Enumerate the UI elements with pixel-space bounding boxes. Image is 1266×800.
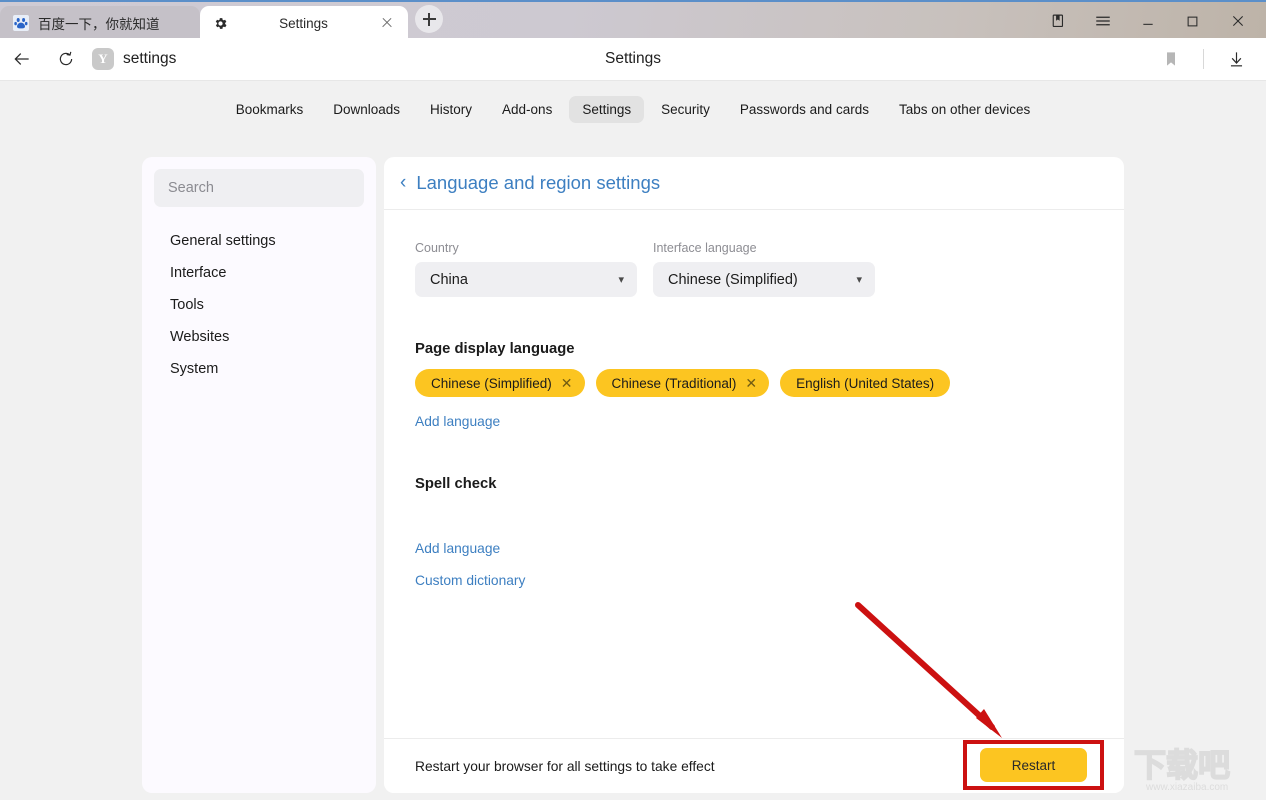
sidebar-item-websites[interactable]: Websites bbox=[142, 321, 376, 353]
country-field: Country China ▾ bbox=[415, 241, 637, 297]
locale-field-row: Country China ▾ Interface language Chine… bbox=[415, 241, 1093, 297]
nav-tab-security[interactable]: Security bbox=[648, 96, 723, 123]
chip-remove-icon[interactable]: ✕ bbox=[561, 375, 573, 392]
page-display-language-section: Page display language Chinese (Simplifie… bbox=[415, 341, 1093, 429]
spell-check-add-language-link[interactable]: Add language bbox=[415, 541, 1093, 556]
hamburger-menu-icon[interactable] bbox=[1080, 2, 1125, 40]
settings-content-panel: ‹ Language and region settings Country C… bbox=[384, 157, 1124, 793]
browser-window: 百度一下，你就知道 Settings bbox=[0, 0, 1266, 800]
nav-tab-passwords-and-cards[interactable]: Passwords and cards bbox=[727, 96, 882, 123]
chip-remove-icon[interactable]: ✕ bbox=[745, 375, 757, 392]
interface-language-field: Interface language Chinese (Simplified) … bbox=[653, 241, 875, 297]
svg-text:下载吧: 下载吧 bbox=[1134, 747, 1230, 783]
nav-tab-tabs-on-other-devices[interactable]: Tabs on other devices bbox=[886, 96, 1043, 123]
new-tab-button[interactable] bbox=[415, 5, 443, 33]
sidebar-item-general-settings[interactable]: General settings bbox=[142, 225, 376, 257]
collections-icon[interactable] bbox=[1035, 2, 1080, 40]
content-header: ‹ Language and region settings bbox=[384, 157, 1124, 210]
content-title: Language and region settings bbox=[416, 172, 660, 194]
spell-check-section: Spell check Add language Custom dictiona… bbox=[415, 476, 1093, 588]
address-input[interactable]: settings bbox=[123, 50, 176, 68]
settings-sidebar: Search General settings Interface Tools … bbox=[142, 157, 376, 793]
page-display-language-heading: Page display language bbox=[415, 341, 1093, 357]
chevron-down-icon: ▾ bbox=[618, 273, 624, 286]
sidebar-item-tools[interactable]: Tools bbox=[142, 289, 376, 321]
address-bar[interactable]: Y settings bbox=[92, 48, 176, 70]
window-controls bbox=[1035, 2, 1260, 40]
content-body: Country China ▾ Interface language Chine… bbox=[384, 210, 1124, 739]
sidebar-item-system[interactable]: System bbox=[142, 353, 376, 385]
sidebar-item-interface[interactable]: Interface bbox=[142, 257, 376, 289]
tab-title: Settings bbox=[238, 16, 369, 31]
tab-baidu[interactable]: 百度一下，你就知道 bbox=[0, 6, 200, 40]
language-chip[interactable]: Chinese (Traditional) ✕ bbox=[596, 369, 770, 397]
toolbar-right-actions bbox=[1149, 38, 1258, 80]
add-language-link[interactable]: Add language bbox=[415, 414, 1093, 429]
nav-tab-history[interactable]: History bbox=[417, 96, 485, 123]
maximize-icon[interactable] bbox=[1170, 2, 1215, 40]
language-chip[interactable]: English (United States) bbox=[780, 369, 950, 397]
close-icon[interactable] bbox=[1215, 2, 1260, 40]
interface-language-label: Interface language bbox=[653, 241, 875, 255]
annotation-highlight-box: Restart bbox=[963, 740, 1104, 790]
language-chip-label: English (United States) bbox=[796, 376, 934, 391]
tab-close-icon[interactable] bbox=[378, 14, 396, 32]
back-arrow-icon[interactable] bbox=[0, 38, 44, 80]
spell-check-heading: Spell check bbox=[415, 476, 1093, 492]
page-display-language-chips: Chinese (Simplified) ✕ Chinese (Traditio… bbox=[415, 369, 1093, 397]
baidu-paw-icon bbox=[12, 15, 29, 32]
tab-settings[interactable]: Settings bbox=[200, 6, 408, 40]
nav-tab-add-ons[interactable]: Add-ons bbox=[489, 96, 565, 123]
nav-tab-bookmarks[interactable]: Bookmarks bbox=[223, 96, 317, 123]
search-input[interactable]: Search bbox=[154, 169, 364, 207]
browser-toolbar: Y settings Settings bbox=[0, 38, 1266, 80]
language-chip[interactable]: Chinese (Simplified) ✕ bbox=[415, 369, 585, 397]
toolbar-divider bbox=[1203, 49, 1204, 69]
gear-icon bbox=[212, 15, 229, 32]
download-icon[interactable] bbox=[1214, 38, 1258, 80]
title-bar: 百度一下，你就知道 Settings bbox=[0, 0, 1266, 38]
sidebar-list: General settings Interface Tools Website… bbox=[142, 225, 376, 385]
custom-dictionary-link[interactable]: Custom dictionary bbox=[415, 573, 1093, 588]
back-chevron-icon[interactable]: ‹ bbox=[400, 173, 406, 192]
site-favicon-icon: Y bbox=[92, 48, 114, 70]
chevron-down-icon: ▾ bbox=[856, 273, 862, 286]
language-chip-label: Chinese (Traditional) bbox=[612, 376, 737, 391]
interface-language-select-value: Chinese (Simplified) bbox=[668, 272, 798, 288]
nav-tab-settings[interactable]: Settings bbox=[569, 96, 644, 123]
country-label: Country bbox=[415, 241, 637, 255]
page-title: Settings bbox=[0, 38, 1266, 80]
svg-text:www.xiazaiba.com: www.xiazaiba.com bbox=[1145, 782, 1228, 793]
sidebar-search-wrap: Search bbox=[142, 157, 376, 207]
bookmark-icon[interactable] bbox=[1149, 38, 1193, 80]
nav-tab-downloads[interactable]: Downloads bbox=[320, 96, 413, 123]
restart-message: Restart your browser for all settings to… bbox=[415, 759, 715, 774]
reload-icon[interactable] bbox=[44, 38, 88, 80]
language-chip-label: Chinese (Simplified) bbox=[431, 376, 552, 391]
country-select-value: China bbox=[430, 272, 468, 288]
settings-nav-tabs: Bookmarks Downloads History Add-ons Sett… bbox=[0, 81, 1266, 137]
restart-button-highlighted[interactable]: Restart bbox=[980, 748, 1087, 782]
minimize-icon[interactable] bbox=[1125, 2, 1170, 40]
country-select[interactable]: China ▾ bbox=[415, 262, 637, 297]
tab-title: 百度一下，你就知道 bbox=[38, 13, 188, 33]
site-watermark: 下载吧 www.xiazaiba.com bbox=[1130, 742, 1258, 794]
interface-language-select[interactable]: Chinese (Simplified) ▾ bbox=[653, 262, 875, 297]
